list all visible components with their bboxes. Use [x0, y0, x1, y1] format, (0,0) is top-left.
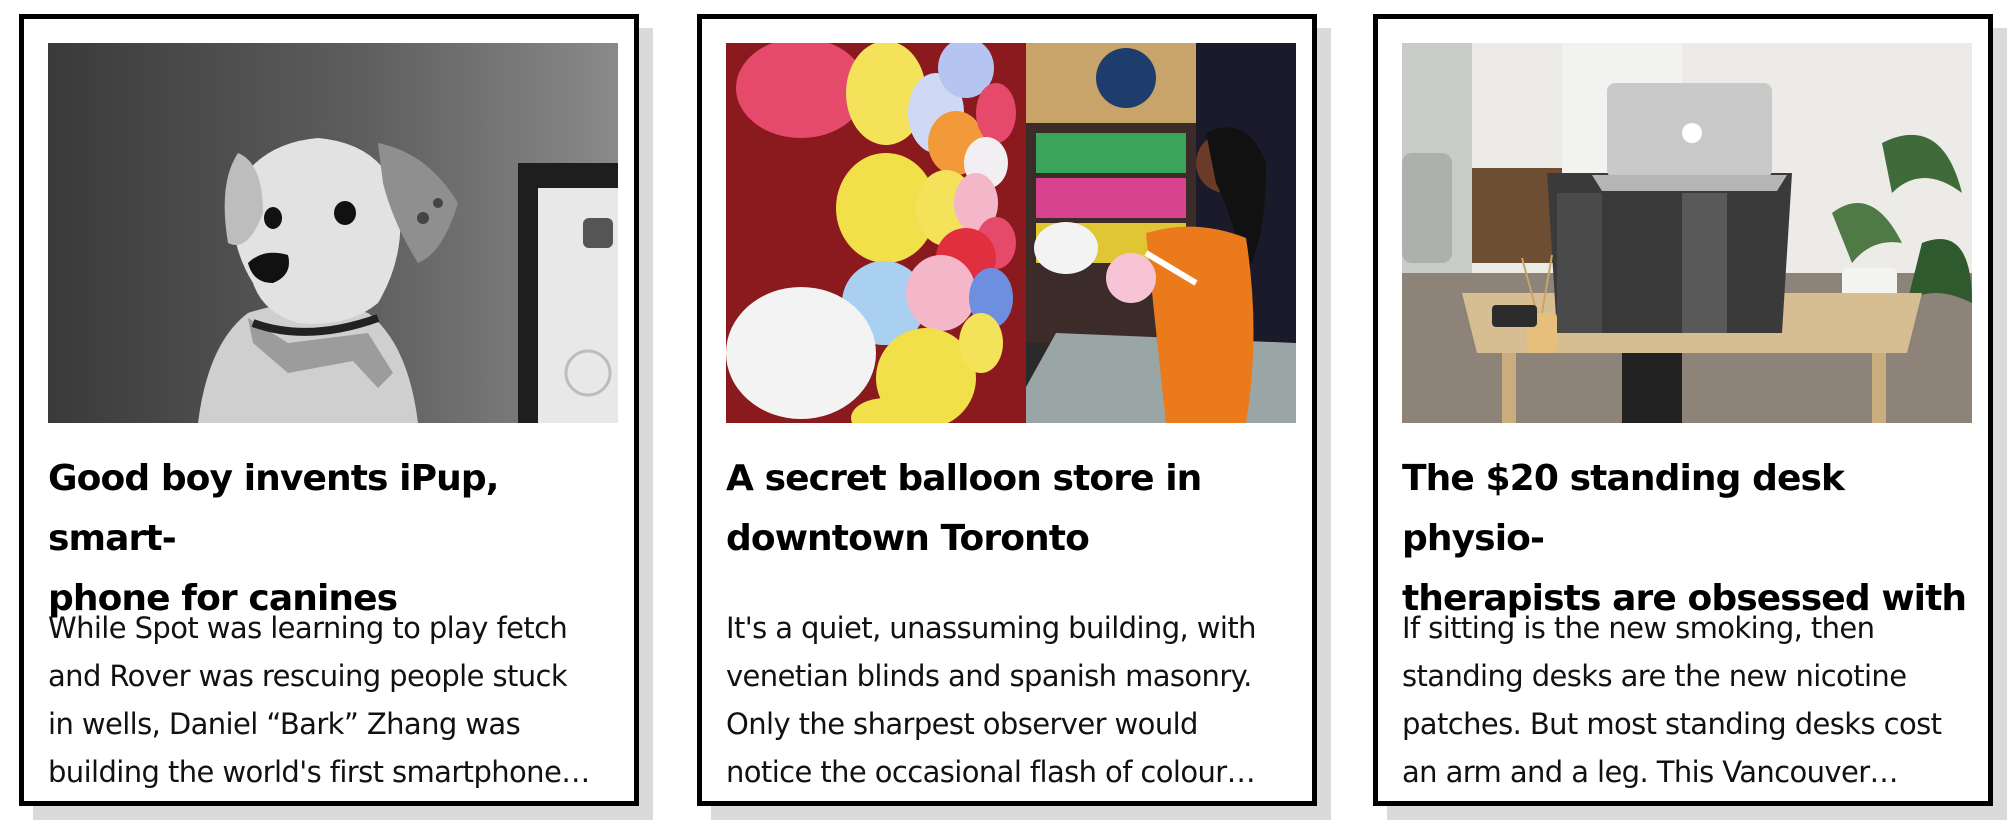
article-excerpt: It's a quiet, unassuming building, with … — [726, 611, 1256, 789]
article-image-balloons[interactable] — [726, 43, 1296, 423]
article-excerpt: If sitting is the new smoking, then stan… — [1402, 611, 1942, 789]
article-card-balloon-store[interactable]: A secret balloon store in downtown Toron… — [697, 14, 1317, 806]
article-image-standing-desk[interactable] — [1402, 43, 1972, 423]
article-title[interactable]: The $20 standing desk physio- therapists… — [1402, 449, 1977, 629]
article-card-standing-desk[interactable]: The $20 standing desk physio- therapists… — [1373, 14, 1993, 806]
article-image-dog[interactable] — [48, 43, 618, 423]
article-title[interactable]: A secret balloon store in downtown Toron… — [726, 449, 1301, 569]
article-title[interactable]: Good boy invents iPup, smart- phone for … — [48, 449, 623, 629]
article-excerpt: While Spot was learning to play fetch an… — [48, 611, 590, 789]
article-card-list: Good boy invents iPup, smart- phone for … — [0, 0, 2016, 822]
article-card-ipup[interactable]: Good boy invents iPup, smart- phone for … — [19, 14, 639, 806]
